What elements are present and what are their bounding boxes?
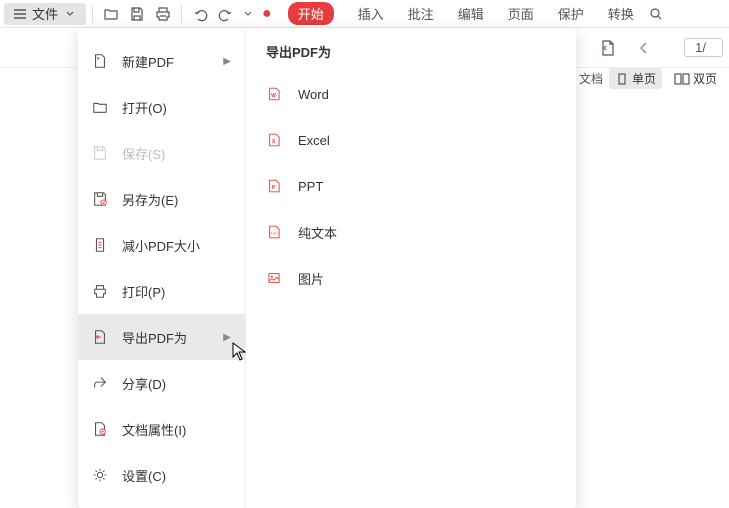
tab-insert[interactable]: 插入	[358, 4, 384, 23]
menu-new-pdf[interactable]: 新建PDF ▶	[78, 38, 245, 84]
tab-start[interactable]: 开始	[288, 2, 334, 25]
single-page-label: 单页	[632, 70, 656, 87]
menu-settings[interactable]: 设置(C)	[78, 452, 245, 498]
svg-text:W: W	[271, 93, 276, 99]
menu-print[interactable]: 打印(P)	[78, 268, 245, 314]
menu-open[interactable]: 打开(O)	[78, 84, 245, 130]
menu-item-label: 导出PDF为	[122, 328, 209, 347]
sub-item-label: 图片	[298, 269, 324, 288]
file-menu-list: 新建PDF ▶ 打开(O) 保存(S) 另存为(E) 减小PDF大小	[78, 28, 246, 508]
separator	[92, 5, 93, 23]
chevron-right-icon: ▶	[223, 56, 231, 67]
separator	[181, 5, 182, 23]
word-icon: W	[266, 86, 282, 102]
menu-save: 保存(S)	[78, 130, 245, 176]
save-as-icon	[92, 191, 108, 207]
top-toolbar: 文件 ● 开始 插入 批注 编辑 页面 保护 转换	[0, 0, 729, 28]
chevron-right-icon: ▶	[223, 332, 231, 343]
double-page-button[interactable]: 双页	[668, 68, 723, 89]
chevron-down-icon	[62, 6, 78, 22]
file-menu-button[interactable]: 文件	[4, 3, 86, 25]
image-icon	[266, 270, 282, 286]
tab-protect[interactable]: 保护	[558, 4, 584, 23]
menu-item-label: 新建PDF	[122, 52, 209, 71]
export-image[interactable]: 图片	[246, 255, 576, 301]
export-doc-button[interactable]	[596, 36, 620, 60]
menu-export-pdf[interactable]: 导出PDF为 ▶	[78, 314, 245, 360]
menu-item-label: 打印(P)	[122, 282, 231, 301]
menu-item-label: 分享(D)	[122, 374, 231, 393]
ppt-icon: P	[266, 178, 282, 194]
save-icon	[92, 145, 108, 161]
double-page-label: 双页	[693, 70, 717, 87]
sub-item-label: 纯文本	[298, 223, 337, 242]
export-ppt[interactable]: P PPT	[246, 163, 576, 209]
page-indicator[interactable]: 1/	[684, 38, 723, 57]
export-text[interactable]: TXT 纯文本	[246, 209, 576, 255]
hamburger-icon	[12, 6, 28, 22]
share-icon	[92, 375, 108, 391]
sub-item-label: Word	[298, 87, 329, 102]
redo-button[interactable]	[214, 2, 238, 26]
chevron-down-icon	[240, 6, 256, 22]
prev-page-button[interactable]	[632, 36, 656, 60]
menu-save-as[interactable]: 另存为(E)	[78, 176, 245, 222]
export-word[interactable]: W Word	[246, 71, 576, 117]
tab-comment[interactable]: 批注	[408, 4, 434, 23]
folder-icon	[92, 99, 108, 115]
submenu-title: 导出PDF为	[246, 42, 576, 71]
record-dot-icon: ●	[262, 5, 272, 23]
menu-properties[interactable]: 文档属性(I)	[78, 406, 245, 452]
tab-convert[interactable]: 转换	[608, 4, 634, 23]
text-icon: TXT	[266, 224, 282, 240]
menu-item-label: 打开(O)	[122, 98, 231, 117]
gear-icon	[92, 467, 108, 483]
undo-button[interactable]	[188, 2, 212, 26]
save-button[interactable]	[125, 2, 149, 26]
main-tabs: 开始 插入 批注 编辑 页面 保护 转换	[288, 2, 634, 25]
menu-item-label: 设置(C)	[122, 466, 231, 485]
compress-icon	[92, 237, 108, 253]
menu-item-label: 减小PDF大小	[122, 236, 231, 255]
open-button[interactable]	[99, 2, 123, 26]
svg-text:X: X	[272, 139, 276, 145]
file-menu-label: 文件	[32, 4, 58, 23]
file-menu-panel: 新建PDF ▶ 打开(O) 保存(S) 另存为(E) 减小PDF大小	[78, 28, 576, 508]
menu-item-label: 保存(S)	[122, 144, 231, 163]
svg-text:TXT: TXT	[270, 232, 278, 236]
svg-text:P: P	[272, 185, 276, 191]
menu-reduce-size[interactable]: 减小PDF大小	[78, 222, 245, 268]
print-button[interactable]	[151, 2, 175, 26]
sub-item-label: Excel	[298, 133, 330, 148]
print-icon	[92, 283, 108, 299]
menu-item-label: 另存为(E)	[122, 190, 231, 209]
doc-label-fragment: 文档	[579, 70, 603, 87]
view-mode-bar: 文档 单页 双页	[579, 68, 729, 89]
new-document-icon	[92, 53, 108, 69]
tab-page[interactable]: 页面	[508, 4, 534, 23]
menu-share[interactable]: 分享(D)	[78, 360, 245, 406]
properties-icon	[92, 421, 108, 437]
tab-edit[interactable]: 编辑	[458, 4, 484, 23]
search-button[interactable]	[644, 2, 668, 26]
menu-item-label: 文档属性(I)	[122, 420, 231, 439]
export-submenu: 导出PDF为 W Word X Excel P PPT TXT 纯文本	[246, 28, 576, 508]
single-page-button[interactable]: 单页	[609, 68, 662, 89]
export-icon	[92, 329, 108, 345]
excel-icon: X	[266, 132, 282, 148]
export-excel[interactable]: X Excel	[246, 117, 576, 163]
sub-item-label: PPT	[298, 179, 323, 194]
